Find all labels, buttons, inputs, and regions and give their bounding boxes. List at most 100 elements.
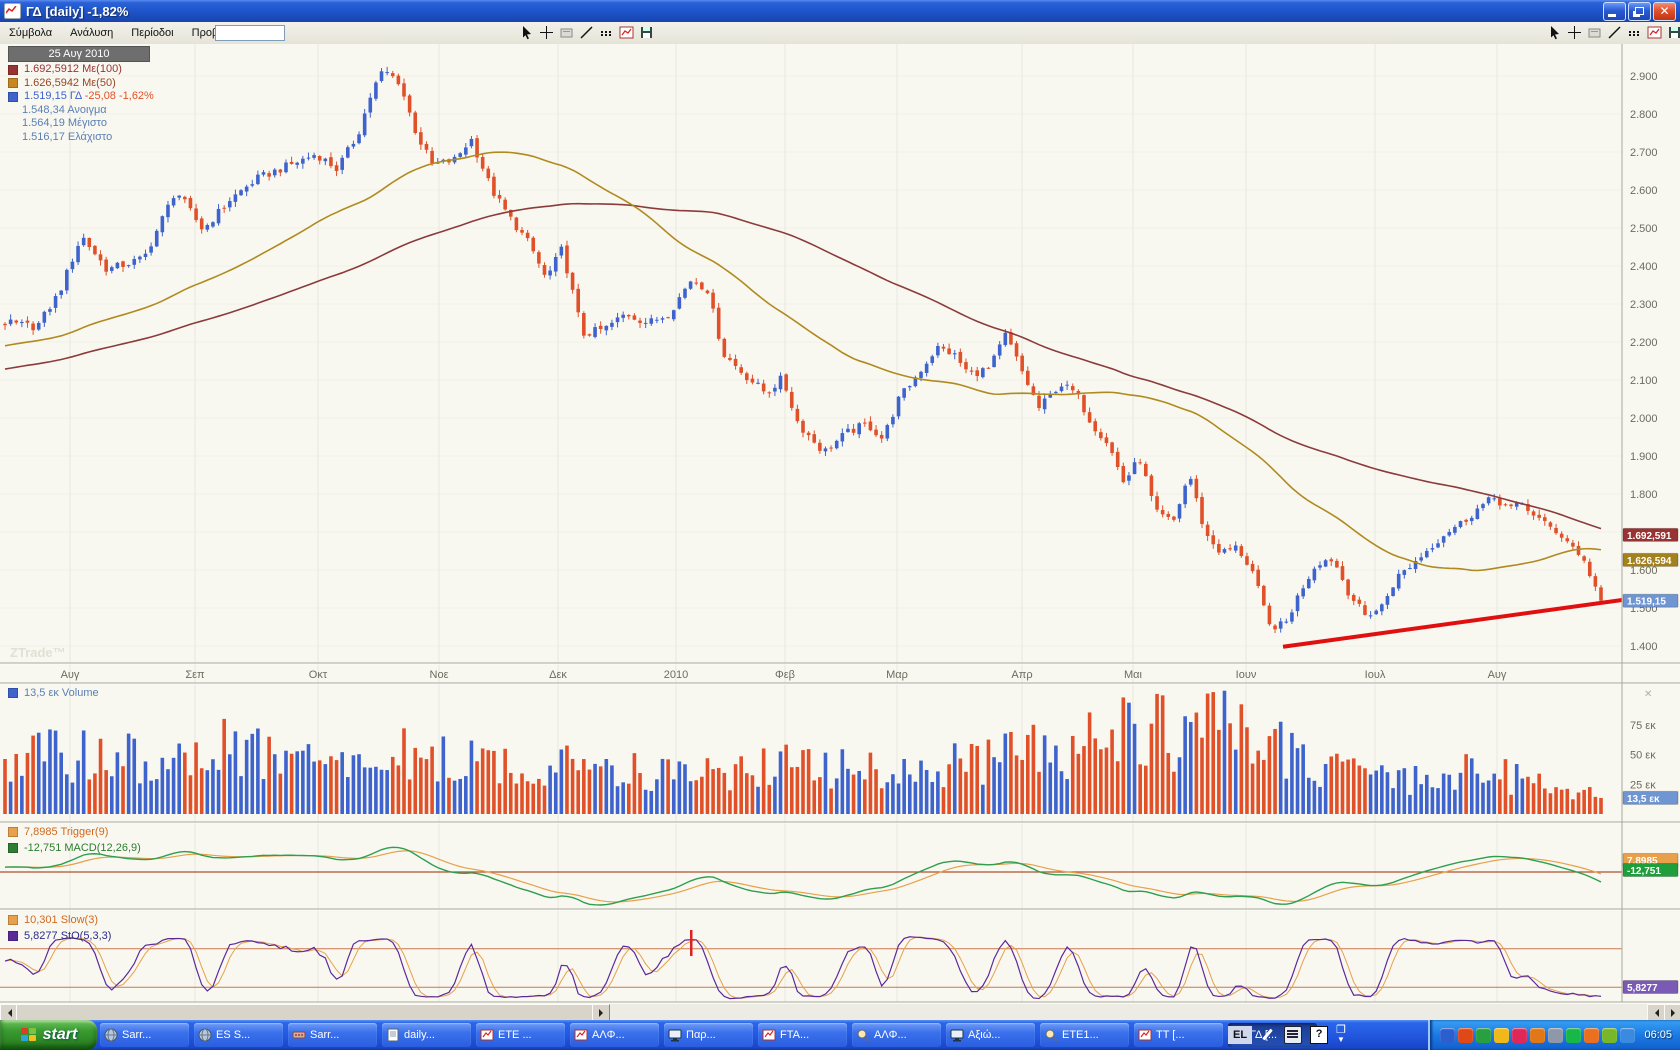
crosshair-icon[interactable] (538, 24, 555, 41)
taskbar-button-12[interactable]: ΤΤ [... (1134, 1023, 1223, 1047)
x-axis-month-label: Αυγ (61, 669, 80, 681)
taskbar-button-label: Αξιώ... (968, 1029, 1000, 1041)
restore-button[interactable] (1628, 2, 1651, 21)
taskbar-button-10[interactable]: Αξιώ... (946, 1023, 1035, 1047)
volume-icon[interactable] (1548, 1028, 1563, 1043)
language-bar-restore-icon[interactable]: ❐▼ (1336, 1024, 1346, 1046)
x-axis-month-label: Απρ (1011, 669, 1032, 681)
taskbar-button-9[interactable]: ΑΛΦ... (852, 1023, 941, 1047)
stoch-annotation-mark (690, 930, 693, 956)
users-icon[interactable] (1476, 1028, 1491, 1043)
taskbar-button-7[interactable]: Παρ... (664, 1023, 753, 1047)
minimize-button[interactable] (1603, 2, 1626, 21)
chart-icon (1138, 1028, 1152, 1042)
title-bar: ΓΔ [daily] -1,82% ✕ (0, 0, 1680, 22)
macd-header: -12,751 MACD(12,26,9) (8, 842, 141, 854)
magnifier-icon (1044, 1028, 1058, 1042)
x-axis-month-label: Νοε (430, 669, 449, 681)
textbox-icon-2[interactable] (1586, 24, 1603, 41)
textbox-icon[interactable] (558, 24, 575, 41)
taskbar-button-label: ΕΤΕ ... (498, 1029, 532, 1041)
horizontal-scrollbar[interactable] (0, 1004, 1680, 1020)
taskbar-button-label: Sarr... (310, 1029, 339, 1041)
menu-Περίοδοι[interactable]: Περίοδοι (122, 24, 182, 42)
graphics-icon[interactable] (1602, 1028, 1617, 1043)
y-axis-tick: 2.300 (1630, 299, 1658, 311)
magnifier-icon (856, 1028, 870, 1042)
chart-icon-2[interactable] (1646, 24, 1663, 41)
media-icon[interactable] (1566, 1028, 1581, 1043)
help-icon[interactable]: ? (1310, 1026, 1328, 1044)
taskbar-button-11[interactable]: ΕΤΕ1... (1040, 1023, 1129, 1047)
taskbar-button-2[interactable]: ES S... (194, 1023, 283, 1047)
volume-tick: 50 εκ (1630, 750, 1656, 762)
x-axis-month-label: Δεκ (549, 669, 567, 681)
menu-Σύμβολα[interactable]: Σύμβολα (0, 24, 61, 42)
taskbar-button-5[interactable]: ΕΤΕ ... (476, 1023, 565, 1047)
legend-text: 1.548,34 Ανοιγμα (22, 104, 107, 118)
taskbar-button-4[interactable]: daily... (382, 1023, 471, 1047)
y-axis-tick: 2.100 (1630, 375, 1658, 387)
start-label: start (43, 1026, 78, 1044)
close-button[interactable]: ✕ (1653, 2, 1676, 21)
x-axis-month-label: Ιουν (1236, 669, 1257, 681)
chart-icon[interactable] (618, 24, 635, 41)
pointer-icon[interactable] (518, 24, 535, 41)
taskbar-button-1[interactable]: Sarr... (100, 1023, 189, 1047)
pointer-icon-2[interactable] (1546, 24, 1563, 41)
antivirus-icon[interactable] (1458, 1028, 1473, 1043)
macd-tag: -12,751 (1627, 866, 1661, 877)
taskbar-button-label: ΤΤ [... (1156, 1029, 1185, 1041)
menu-Ανάλυση[interactable]: Ανάλυση (61, 24, 122, 42)
trendline-icon-2[interactable] (1606, 24, 1623, 41)
chart-icon (480, 1028, 494, 1042)
taskbar-button-label: FTA... (780, 1029, 809, 1041)
legend-text: 1.516,17 Ελάχιστο (22, 131, 112, 145)
chart-canvas[interactable]: 2.9002.8002.7002.6002.5002.4002.3002.200… (0, 44, 1680, 1004)
x-axis-month-label: Φεβ (775, 669, 795, 681)
x-axis-month-label: Οκτ (309, 669, 328, 681)
utility-icon[interactable] (1620, 1028, 1635, 1043)
y-axis-tick: 2.400 (1630, 261, 1658, 273)
legend-text: 1.626,5942 Με(50) (24, 77, 116, 91)
legend-row: 1.516,17 Ελάχιστο (8, 131, 154, 145)
legend-row: 1.692,5912 Με(100) (8, 63, 154, 77)
trendline-icon[interactable] (578, 24, 595, 41)
document-icon (386, 1028, 400, 1042)
start-button[interactable]: start (0, 1020, 97, 1050)
y-axis-tick: 2.700 (1630, 147, 1658, 159)
keyboard-icon[interactable] (1284, 1026, 1302, 1044)
messenger-icon[interactable] (1512, 1028, 1527, 1043)
pane-close-icon[interactable]: ✕ (1644, 689, 1652, 700)
legend-swatch (8, 65, 18, 75)
taskbar-button-label: Παρ... (686, 1029, 716, 1041)
alert-icon[interactable] (1530, 1028, 1545, 1043)
dots-icon[interactable] (598, 24, 615, 41)
legend-swatch (8, 78, 18, 88)
taskbar-button-8[interactable]: FTA... (758, 1023, 847, 1047)
taskbar-button-6[interactable]: ΑΛΦ... (570, 1023, 659, 1047)
app-chart-icon (4, 3, 21, 19)
globe-icon (198, 1028, 212, 1042)
updater-icon[interactable] (1584, 1028, 1599, 1043)
x-axis-month-label: 2010 (664, 669, 688, 681)
taskbar-button-3[interactable]: Sarr... (288, 1023, 377, 1047)
dots-icon-2[interactable] (1626, 24, 1643, 41)
stoch-header: 5,8277 StO(5,3,3) (8, 930, 111, 942)
save-icon[interactable] (638, 24, 655, 41)
symbol-input[interactable] (215, 25, 285, 41)
pen-icon[interactable] (1260, 1027, 1276, 1043)
x-axis-month-label: Ιουλ (1365, 669, 1386, 681)
legend-row: 1.548,34 Ανοιγμα (8, 104, 154, 118)
shield-icon[interactable] (1494, 1028, 1509, 1043)
taskbar-button-label: ΕΤΕ1... (1062, 1029, 1099, 1041)
network-icon[interactable] (1440, 1028, 1455, 1043)
price-tag: 1.519,15 (1627, 597, 1666, 608)
legend-text: 1.519,15 ΓΔ (24, 90, 85, 104)
legend-change-text: -25,08 -1,62% (85, 90, 154, 104)
x-axis-month-label: Μαι (1124, 669, 1143, 681)
language-indicator[interactable]: EL (1228, 1026, 1252, 1044)
watermark: ZTrade™ (10, 645, 66, 660)
save-icon-2[interactable] (1666, 24, 1680, 41)
crosshair-icon-2[interactable] (1566, 24, 1583, 41)
